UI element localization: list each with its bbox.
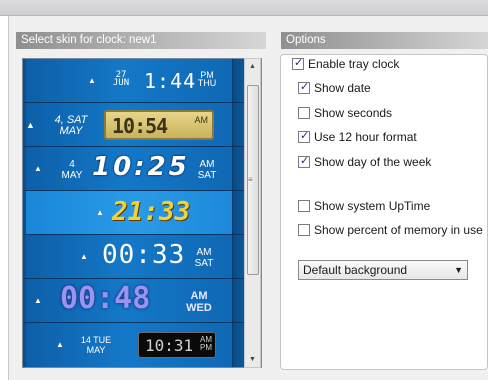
triangle-icon: ▲ [34,296,42,305]
checkbox-icon[interactable] [298,200,310,212]
show-seconds-checkbox[interactable]: Show seconds [298,105,392,121]
checkbox-icon[interactable] [298,154,310,168]
scroll-up-arrow-icon[interactable]: ▲ [249,63,256,70]
skin-item[interactable]: ▲ 00:33 AM SAT [23,235,245,279]
skin-time: 21:33 [112,197,191,227]
skin-item[interactable]: ▲ 4 MAY 10:25 AM SAT [23,147,245,191]
lcd-panel: 10:54 AM [104,110,214,140]
skin-item-selected[interactable]: ▲ 21:33 [23,191,245,235]
lcd-panel: 10:31 AM PM [138,332,216,358]
options-group-header: Options [281,32,488,49]
show-memory-checkbox[interactable]: Show percent of memory in use [298,222,483,238]
skin-date: 4, SAT MAY [54,114,88,137]
background-select[interactable]: Default background ▼ [298,260,468,280]
triangle-icon: ▲ [96,208,104,217]
skin-date: 4 MAY [61,159,83,181]
show-date-checkbox[interactable]: Show date [298,80,371,96]
skin-ampm: AM [194,115,209,125]
skin-date: 27 JUN [112,70,130,88]
skin-ampm: AM PM [200,335,212,352]
skin-time: 10:25 [92,152,190,182]
show-day-checkbox[interactable]: Show day of the week [298,154,431,170]
skin-item[interactable]: ▲ 14 TUE MAY 10:31 AM PM [23,323,245,367]
triangle-icon: ▲ [80,252,88,261]
skin-time: 00:48 [60,281,151,316]
skin-item[interactable]: ▲ 00:48 AM WED [23,279,245,323]
skin-ampm-day: AM SAT [194,247,214,269]
checkbox-icon[interactable] [298,80,310,94]
skin-ampm-day: PM THU [197,70,217,88]
triangle-icon: ▲ [56,340,64,349]
grip-icon: ≡ [248,175,253,184]
skin-ampm-day: AM WED [186,290,212,314]
use-12-hour-checkbox[interactable]: Use 12 hour format [298,129,417,145]
skin-item[interactable]: ▲ 27 JUN 1:44 PM THU [23,59,245,103]
skin-time: 10:31 [145,336,194,355]
checkbox-icon[interactable] [298,224,310,236]
skin-date: 14 TUE MAY [80,335,112,355]
show-uptime-checkbox[interactable]: Show system UpTime [298,198,430,214]
skin-time: 10:54 [112,114,168,138]
scroll-down-arrow-icon[interactable]: ▼ [249,356,256,363]
skins-group-header: Select skin for clock: new1 [16,32,266,49]
chevron-down-icon[interactable]: ▼ [454,261,463,279]
triangle-icon: ▲ [26,120,35,130]
skin-list[interactable]: ▲ 27 JUN 1:44 PM THU ▲ 4, SAT MAY 10:54 AM … [22,58,262,368]
checkbox-icon[interactable] [298,107,310,119]
triangle-icon: ▲ [88,76,96,85]
skin-ampm-day: AM SAT [197,159,217,181]
triangle-icon: ▲ [34,164,42,173]
checkbox-icon[interactable] [298,129,310,143]
skin-item[interactable]: ▲ 4, SAT MAY 10:54 AM [23,103,245,147]
skin-list-scrollbar[interactable]: ▲ ≡ ▼ [244,58,261,368]
skin-time: 00:33 [102,240,186,270]
skin-time: 1:44 [144,69,197,93]
window-titlebar [0,0,488,16]
enable-tray-clock-checkbox[interactable]: Enable tray clock [290,56,402,72]
checkbox-icon[interactable] [292,56,304,70]
